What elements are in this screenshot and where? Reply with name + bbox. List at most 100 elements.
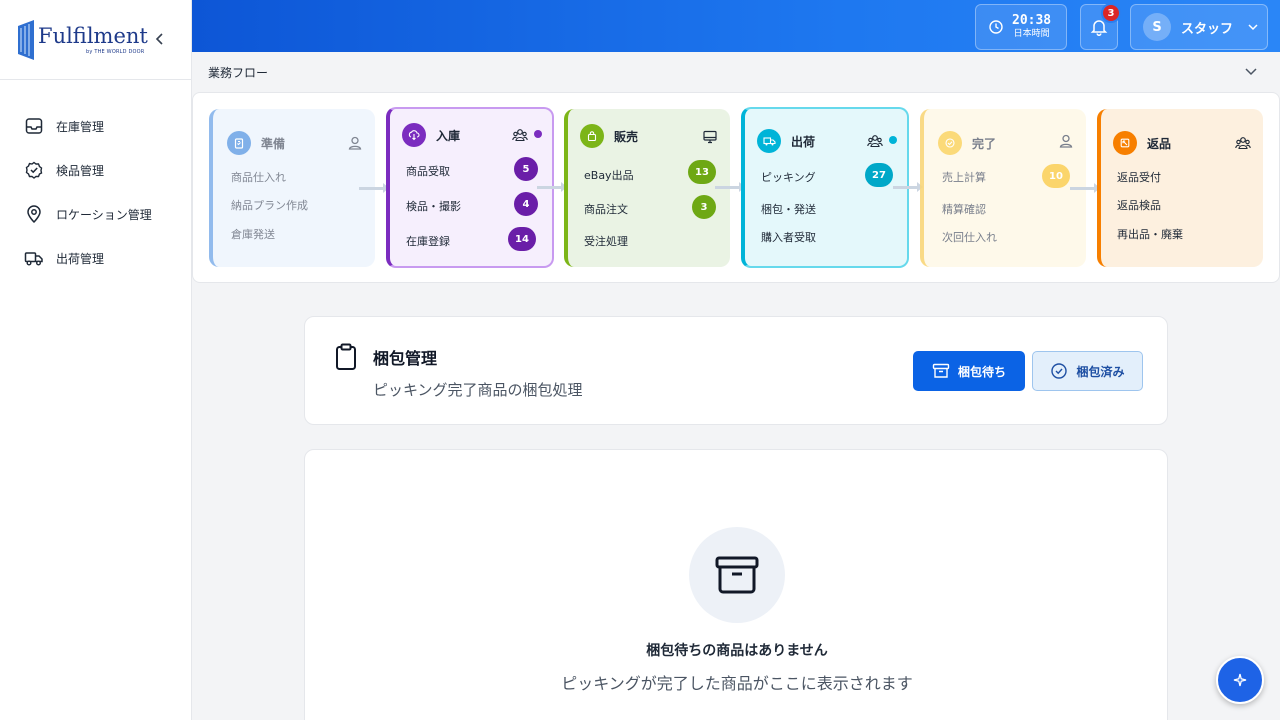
stage-item: 返品受付 [1117,171,1161,184]
stage-count: 5 [514,157,538,181]
users-icon [1235,137,1251,150]
check-circle-icon [938,131,962,155]
top-header: 20:38 日本時間 3 S スタッフ [192,0,1280,52]
button-label: 梱包待ち [957,364,1006,379]
flow-stage-sales[interactable]: 販売 eBay出品 13 商品注文 3 受注処理 [564,109,730,267]
page-subtitle: ピッキング完了商品の梱包処理 [373,381,583,399]
sidebar-item-inspection[interactable]: 検品管理 [0,148,191,192]
logo-text: Fulfilment [38,24,148,48]
stage-item: 精算確認 [942,203,986,216]
empty-state-card: 梱包待ちの商品はありません ピッキングが完了した商品がここに表示されます [304,449,1168,720]
flow-arrow [1070,183,1100,193]
sparkle-icon [1233,673,1247,687]
flow-stage-returns[interactable]: 返品 返品受付 返品検品 再出品・廃棄 [1097,109,1263,267]
stage-item: 検品・撮影 [406,200,461,213]
logo-subtitle: by THE WORLD DOOR [86,49,145,55]
inbox-icon [25,118,43,134]
clipboard-icon [227,131,251,155]
assistant-fab-button[interactable] [1216,656,1264,704]
clock-widget: 20:38 日本時間 [975,4,1067,50]
stage-count: 4 [514,192,538,216]
stage-item: 在庫登録 [406,235,450,248]
empty-state-title: 梱包待ちの商品はありません [646,643,828,659]
user-name: スタッフ [1181,21,1234,37]
check-circle-icon [1051,363,1068,379]
sidebar-item-label: 検品管理 [56,163,105,178]
notification-button[interactable]: 3 [1080,3,1121,50]
stage-item: 梱包・発送 [761,203,816,216]
empty-state-subtitle: ピッキングが完了した商品がここに表示されます [561,674,913,693]
stage-item: 商品受取 [406,165,450,178]
flow-arrow [359,183,389,193]
stage-item: 倉庫発送 [231,228,275,241]
sidebar-item-label: ロケーション管理 [56,207,152,222]
stage-active-dot [534,130,542,138]
users-icon [867,135,883,148]
stage-item: 受注処理 [584,235,628,248]
stage-name: 出荷 [791,134,816,149]
return-icon [1113,131,1137,155]
collapse-sidebar-icon[interactable] [153,30,167,48]
flow-stage-shipping[interactable]: 出荷 ピッキング 27 梱包・発送 購入者受取 [741,107,909,268]
stage-count: 10 [1042,164,1070,188]
archive-box-icon [715,556,759,594]
clock-time: 20:38 [1012,13,1052,28]
stage-item: eBay出品 [584,169,634,182]
user-menu[interactable]: S スタッフ [1130,4,1268,50]
packing-waiting-button[interactable]: 梱包待ち [913,351,1025,391]
stage-name: 完了 [972,136,997,151]
stage-item: 商品仕入れ [231,171,286,184]
logo[interactable]: Fulfilment by THE WORLD DOOR [0,0,191,80]
stage-item: 購入者受取 [761,231,816,244]
flow-stage-preparation[interactable]: 準備 商品仕入れ 納品プラン作成 倉庫発送 [209,109,375,267]
users-icon [512,129,528,142]
flow-stage-receiving[interactable]: 入庫 商品受取 5 検品・撮影 4 在庫登録 14 [386,107,554,268]
flow-title: 業務フロー [208,66,269,80]
stage-name: 返品 [1147,136,1172,151]
user-icon [1059,134,1073,148]
packing-header-card: 梱包管理 ピッキング完了商品の梱包処理 梱包待ち 梱包済み [304,316,1168,425]
stage-item: 再出品・廃棄 [1117,228,1183,241]
sidebar: Fulfilment by THE WORLD DOOR 在庫管理 検品管理 ロ… [0,0,192,720]
truck-icon [757,129,781,153]
user-icon [348,136,362,150]
archive-icon [932,363,950,378]
flow-panel: 準備 商品仕入れ 納品プラン作成 倉庫発送 入庫 商品受取 5 検品・撮影 4 … [192,92,1280,283]
check-circle-icon [25,161,43,179]
flow-arrow [715,182,745,192]
clock-icon [989,20,1003,34]
stage-name: 販売 [614,129,639,144]
empty-state-illustration [689,527,785,623]
stage-count: 3 [692,195,716,219]
stage-count: 13 [688,160,716,184]
sidebar-item-location[interactable]: ロケーション管理 [0,192,191,236]
cloud-download-icon [402,123,426,147]
flow-toggle-chevron-icon[interactable] [1244,66,1258,78]
packing-done-button[interactable]: 梱包済み [1032,351,1143,391]
stage-item: 次回仕入れ [942,231,997,244]
sidebar-item-label: 在庫管理 [56,119,105,134]
sidebar-item-inventory[interactable]: 在庫管理 [0,104,191,148]
notification-badge: 3 [1101,3,1121,23]
chevron-down-icon [1248,24,1258,31]
flow-arrow [537,182,567,192]
stage-item: 納品プラン作成 [231,199,308,212]
stage-count: 27 [865,163,893,187]
stage-item: 商品注文 [584,203,628,216]
stage-active-dot [889,136,897,144]
sidebar-item-label: 出荷管理 [56,251,105,266]
stage-name: 準備 [261,136,286,151]
stage-item: 売上計算 [942,171,986,184]
clipboard-icon [336,343,356,370]
monitor-icon [703,130,717,144]
stage-item: 返品検品 [1117,199,1161,212]
logo-mark-icon [18,19,34,60]
button-label: 梱包済み [1076,364,1125,379]
flow-stage-complete[interactable]: 完了 売上計算 10 精算確認 次回仕入れ [920,109,1086,267]
map-pin-icon [27,205,41,224]
sidebar-item-shipping[interactable]: 出荷管理 [0,236,191,280]
flow-arrow [893,182,923,192]
stage-item: ピッキング [761,171,816,184]
stage-name: 入庫 [436,128,461,143]
sidebar-nav: 在庫管理 検品管理 ロケーション管理 出荷管理 [0,80,191,280]
